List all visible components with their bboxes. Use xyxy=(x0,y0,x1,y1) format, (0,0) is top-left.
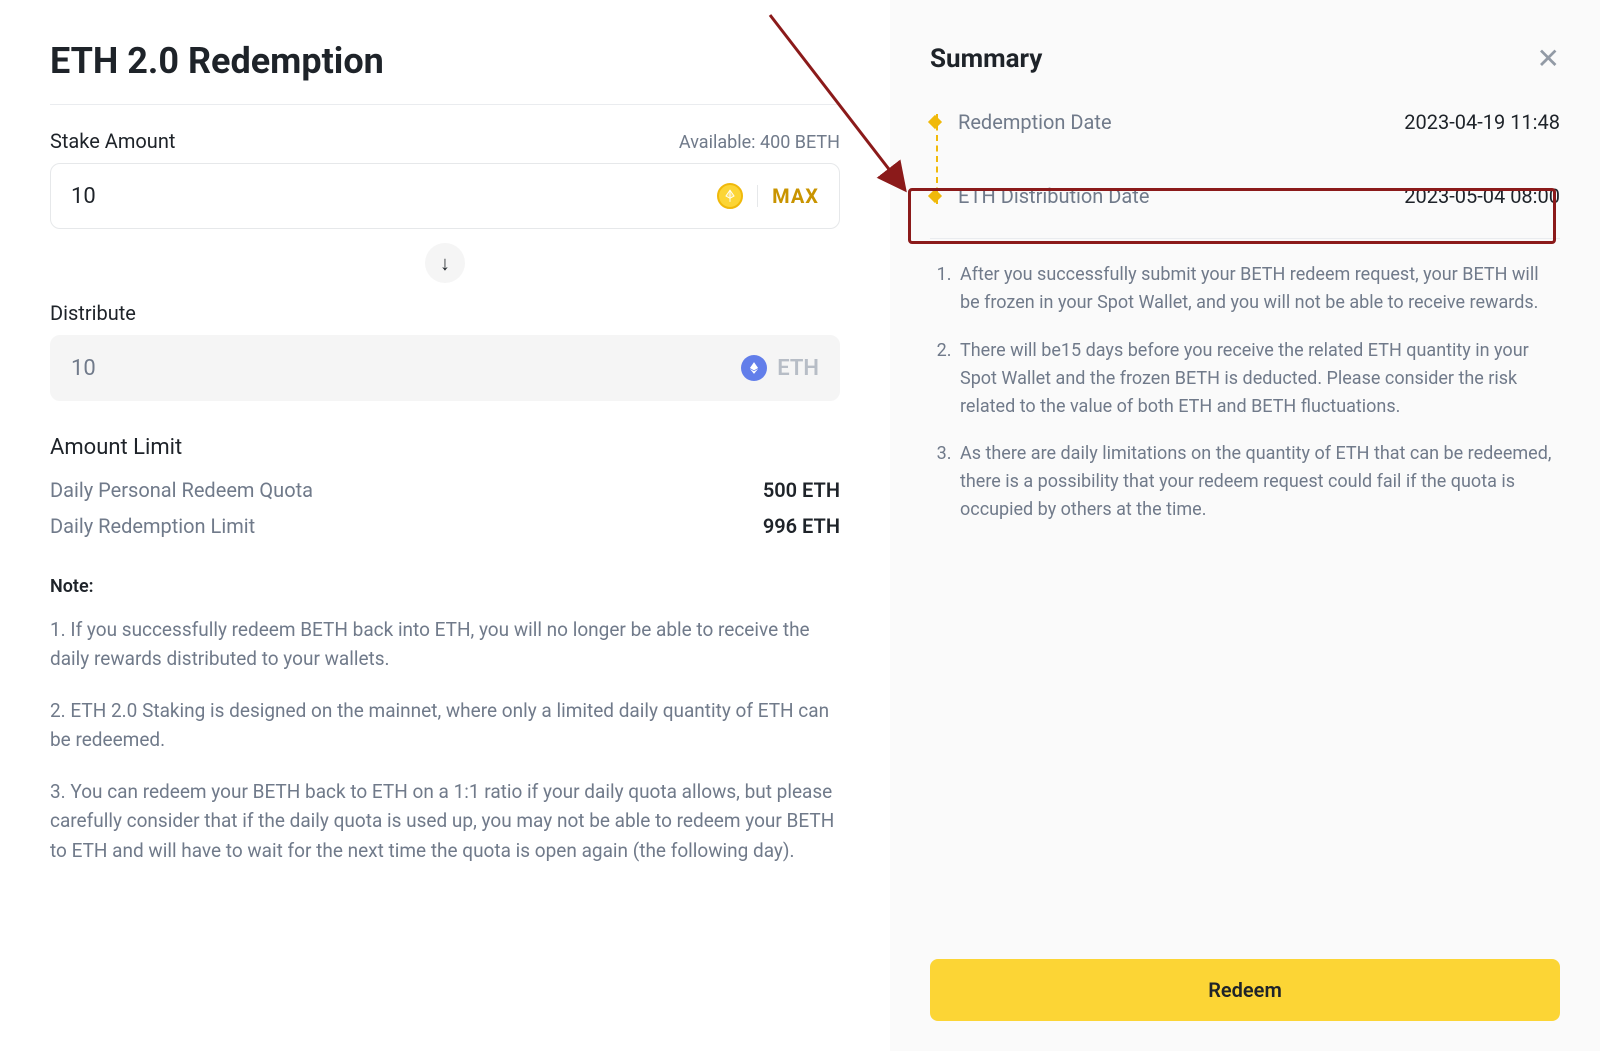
quota-row: Daily Personal Redeem Quota 500 ETH xyxy=(50,478,840,502)
divider xyxy=(757,185,758,207)
summary-timeline: Redemption Date 2023-04-19 11:48 ETH Dis… xyxy=(930,102,1560,216)
distribute-label: Distribute xyxy=(50,301,136,325)
eth-coin-icon xyxy=(741,355,767,381)
note-2: 2. ETH 2.0 Staking is designed on the ma… xyxy=(50,696,840,755)
distribution-date-value: 2023-05-04 08:00 xyxy=(1404,184,1560,208)
limit-value: 996 ETH xyxy=(763,514,840,538)
distribution-date-label: ETH Distribution Date xyxy=(958,184,1149,208)
redemption-date-row: Redemption Date 2023-04-19 11:48 xyxy=(958,102,1560,142)
limit-row: Daily Redemption Limit 996 ETH xyxy=(50,514,840,538)
redemption-date-label: Redemption Date xyxy=(958,110,1112,134)
stake-input-value: 10 xyxy=(71,184,717,209)
redemption-form: ETH 2.0 Redemption Stake Amount Availabl… xyxy=(0,0,890,1051)
quota-value: 500 ETH xyxy=(763,478,840,502)
redeem-button[interactable]: Redeem xyxy=(930,959,1560,1021)
summary-info-2: There will be15 days before you receive … xyxy=(956,337,1560,421)
summary-info-3: As there are daily limitations on the qu… xyxy=(956,440,1560,524)
close-icon[interactable]: ✕ xyxy=(1537,45,1560,73)
distribute-unit: ETH xyxy=(777,356,819,381)
distribute-field: Distribute 10 ETH xyxy=(50,301,840,401)
stake-label: Stake Amount xyxy=(50,129,175,153)
distribute-value: 10 xyxy=(71,356,741,381)
summary-title: Summary xyxy=(930,44,1042,74)
summary-info-list: After you successfully submit your BETH … xyxy=(930,238,1560,544)
summary-info-1: After you successfully submit your BETH … xyxy=(956,261,1560,317)
redemption-date-value: 2023-04-19 11:48 xyxy=(1404,110,1560,134)
page-title: ETH 2.0 Redemption xyxy=(50,40,840,105)
note-3: 3. You can redeem your BETH back to ETH … xyxy=(50,777,840,865)
distribution-date-row: ETH Distribution Date 2023-05-04 08:00 xyxy=(958,176,1560,216)
stake-available: Available: 400 BETH xyxy=(679,132,840,153)
note-1: 1. If you successfully redeem BETH back … xyxy=(50,615,840,674)
summary-panel: Summary ✕ Redemption Date 2023-04-19 11:… xyxy=(890,0,1600,1051)
limit-label: Daily Redemption Limit xyxy=(50,514,255,538)
beth-coin-icon xyxy=(717,183,743,209)
distribute-output: 10 ETH xyxy=(50,335,840,401)
stake-field: Stake Amount Available: 400 BETH 10 MAX xyxy=(50,129,840,229)
stake-input[interactable]: 10 MAX xyxy=(50,163,840,229)
amount-limit-head: Amount Limit xyxy=(50,435,840,460)
quota-label: Daily Personal Redeem Quota xyxy=(50,478,313,502)
note-head: Note: xyxy=(50,576,840,597)
arrow-down-icon: ↓ xyxy=(425,243,465,283)
max-button[interactable]: MAX xyxy=(772,184,819,208)
